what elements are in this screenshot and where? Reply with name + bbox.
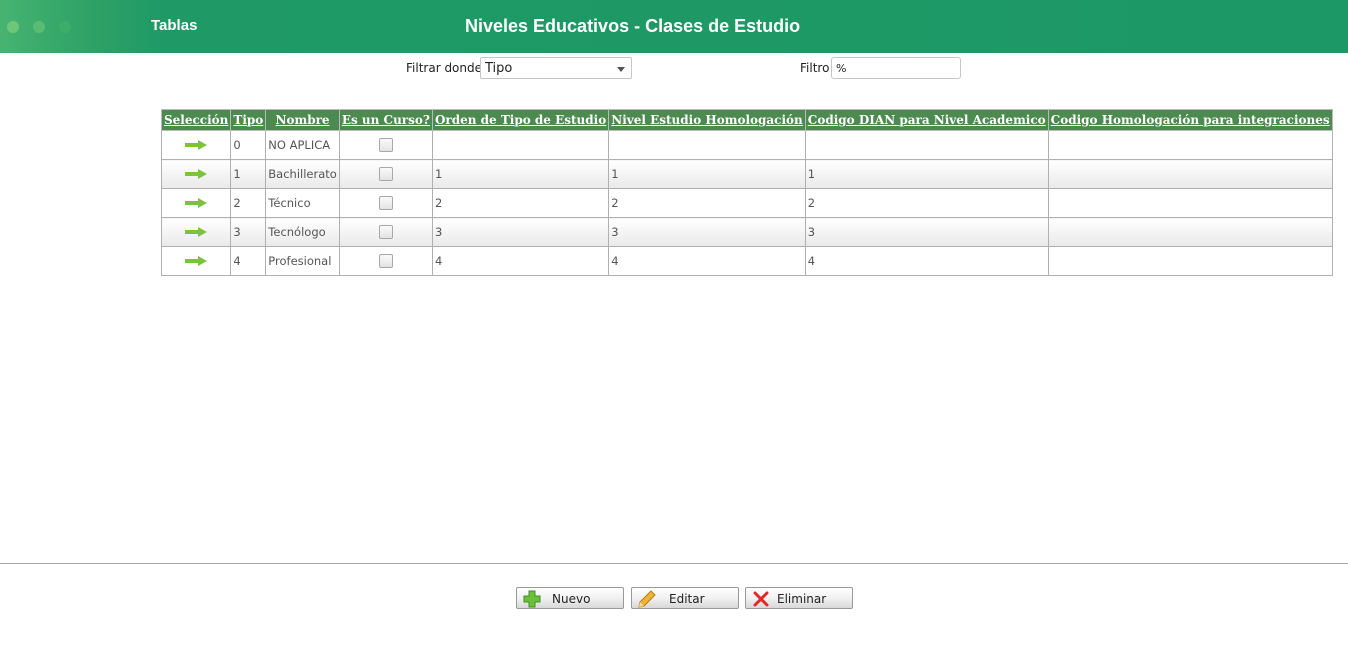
cell-homologacion bbox=[1047, 217, 1333, 247]
column-header-dian[interactable]: Codigo DIAN para Nivel Academico bbox=[804, 109, 1049, 131]
x-icon bbox=[753, 591, 769, 607]
column-header-homologacion[interactable]: Codigo Homologación para integraciones bbox=[1047, 109, 1333, 131]
plus-icon bbox=[523, 590, 541, 608]
pencil-icon bbox=[638, 590, 656, 608]
cell-orden: 1 bbox=[431, 159, 610, 189]
cell-nivel: 3 bbox=[608, 217, 806, 247]
window-dot-icon bbox=[59, 21, 71, 33]
arrow-right-icon[interactable] bbox=[185, 169, 208, 179]
column-header-nombre[interactable]: Nombre bbox=[265, 109, 340, 131]
table-row: 0 NO APLICA bbox=[160, 130, 1333, 160]
cell-curso bbox=[338, 159, 433, 189]
table-row: 2 Técnico 2 2 2 bbox=[160, 188, 1333, 218]
cell-dian: 1 bbox=[804, 159, 1049, 189]
cell-nombre: NO APLICA bbox=[265, 130, 340, 160]
table-row: 4 Profesional 4 4 4 bbox=[160, 246, 1333, 276]
table-row: 1 Bachillerato 1 1 1 bbox=[160, 159, 1333, 189]
table-row: 3 Tecnólogo 3 3 3 bbox=[160, 217, 1333, 247]
cell-nombre: Bachillerato bbox=[265, 159, 340, 189]
cell-curso bbox=[338, 246, 433, 276]
new-button-label: Nuevo bbox=[552, 592, 591, 606]
cell-tipo: 4 bbox=[230, 246, 267, 276]
cell-tipo: 0 bbox=[230, 130, 267, 160]
cell-nivel: 4 bbox=[608, 246, 806, 276]
curso-checkbox[interactable] bbox=[378, 138, 393, 152]
arrow-right-icon[interactable] bbox=[185, 198, 208, 208]
edit-button[interactable]: Editar bbox=[631, 587, 739, 609]
cell-homologacion bbox=[1047, 246, 1333, 276]
filter-label: Filtro bbox=[800, 61, 830, 75]
app-title[interactable]: Tablas bbox=[151, 17, 197, 34]
delete-button-label: Eliminar bbox=[777, 592, 827, 606]
cell-curso bbox=[338, 188, 433, 218]
curso-checkbox[interactable] bbox=[378, 254, 393, 268]
cell-dian: 2 bbox=[804, 188, 1049, 218]
cell-dian: 4 bbox=[804, 246, 1049, 276]
cell-homologacion bbox=[1047, 188, 1333, 218]
cell-nombre: Técnico bbox=[265, 188, 340, 218]
cell-curso bbox=[338, 217, 433, 247]
footer-divider bbox=[0, 563, 1348, 564]
cell-homologacion bbox=[1047, 159, 1333, 189]
cell-dian bbox=[804, 130, 1049, 160]
chevron-down-icon bbox=[617, 67, 625, 72]
select-cell[interactable] bbox=[160, 217, 232, 247]
select-cell[interactable] bbox=[160, 159, 232, 189]
window-dot-icon bbox=[7, 21, 19, 33]
column-header-orden[interactable]: Orden de Tipo de Estudio bbox=[431, 109, 610, 131]
cell-nivel: 1 bbox=[608, 159, 806, 189]
cell-tipo: 1 bbox=[230, 159, 267, 189]
curso-checkbox[interactable] bbox=[378, 167, 393, 181]
edit-button-label: Editar bbox=[669, 592, 705, 606]
cell-orden bbox=[431, 130, 610, 160]
filter-where-select[interactable]: Tipo bbox=[480, 57, 632, 79]
filter-input-value: % bbox=[836, 62, 847, 75]
app-header: Tablas Niveles Educativos - Clases de Es… bbox=[0, 0, 1348, 53]
select-cell[interactable] bbox=[160, 130, 232, 160]
cell-nivel: 2 bbox=[608, 188, 806, 218]
arrow-right-icon[interactable] bbox=[185, 227, 208, 237]
cell-tipo: 3 bbox=[230, 217, 267, 247]
cell-orden: 2 bbox=[431, 188, 610, 218]
new-button[interactable]: Nuevo bbox=[516, 587, 624, 609]
filter-input[interactable]: % bbox=[831, 57, 961, 79]
table-header-row: Selección Tipo Nombre Es un Curso? Orden… bbox=[160, 109, 1333, 131]
window-dot-icon bbox=[33, 21, 45, 33]
cell-tipo: 2 bbox=[230, 188, 267, 218]
curso-checkbox[interactable] bbox=[378, 225, 393, 239]
filter-where-value: Tipo bbox=[485, 61, 513, 76]
column-header-tipo[interactable]: Tipo bbox=[230, 109, 267, 131]
column-header-nivel[interactable]: Nivel Estudio Homologación bbox=[608, 109, 806, 131]
cell-nombre: Tecnólogo bbox=[265, 217, 340, 247]
curso-checkbox[interactable] bbox=[378, 196, 393, 210]
select-cell[interactable] bbox=[160, 188, 232, 218]
cell-orden: 4 bbox=[431, 246, 610, 276]
column-header-es-curso[interactable]: Es un Curso? bbox=[338, 109, 433, 131]
cell-homologacion bbox=[1047, 130, 1333, 160]
column-header-seleccion[interactable]: Selección bbox=[160, 109, 232, 131]
cell-curso bbox=[338, 130, 433, 160]
cell-orden: 3 bbox=[431, 217, 610, 247]
delete-button[interactable]: Eliminar bbox=[745, 587, 853, 609]
select-cell[interactable] bbox=[160, 246, 232, 276]
cell-nombre: Profesional bbox=[265, 246, 340, 276]
cell-dian: 3 bbox=[804, 217, 1049, 247]
data-table: Selección Tipo Nombre Es un Curso? Orden… bbox=[160, 109, 1333, 276]
arrow-right-icon[interactable] bbox=[185, 256, 208, 266]
arrow-right-icon[interactable] bbox=[185, 140, 208, 150]
page-title: Niveles Educativos - Clases de Estudio bbox=[465, 16, 801, 36]
filter-where-label: Filtrar donde bbox=[406, 61, 483, 75]
cell-nivel bbox=[608, 130, 806, 160]
